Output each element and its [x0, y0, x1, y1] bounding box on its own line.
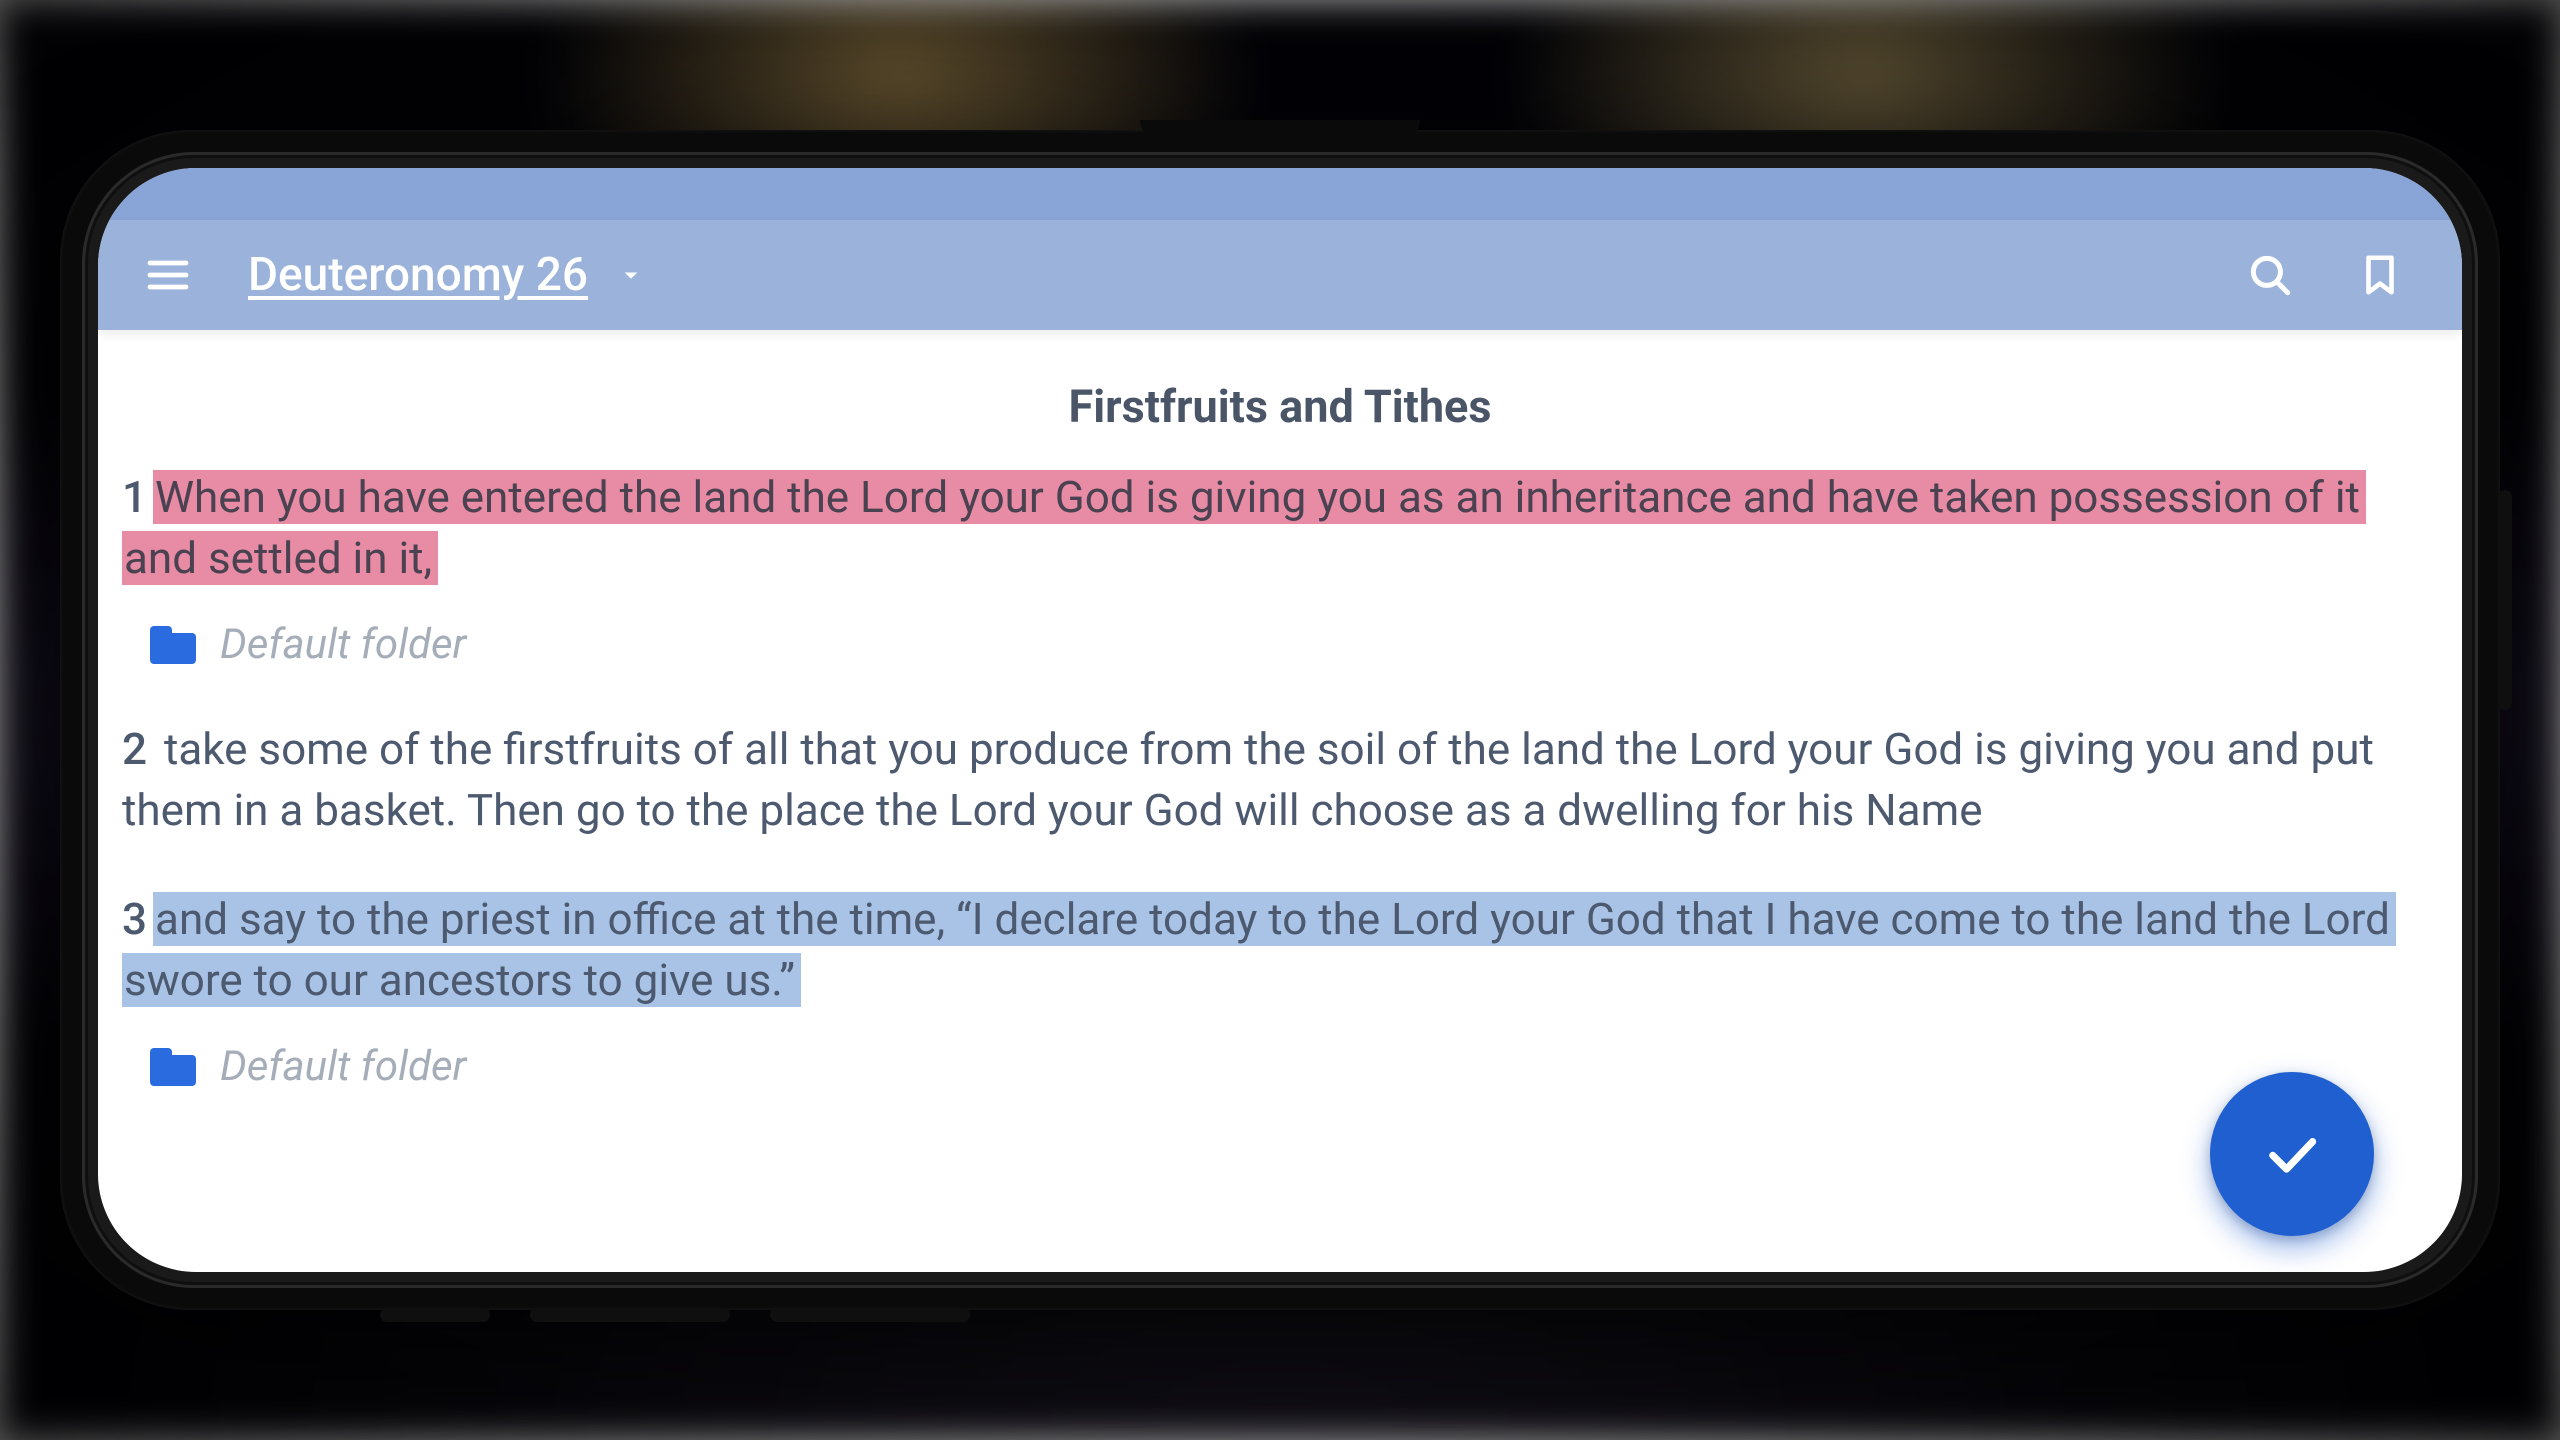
phone-bottom-button [380, 1308, 490, 1322]
chapter-selector[interactable]: Deuteronomy 26 [248, 248, 646, 302]
phone-side-button [2498, 490, 2512, 710]
check-icon [2259, 1121, 2325, 1187]
folder-icon [150, 1048, 196, 1086]
folder-icon [150, 626, 196, 664]
screen: Deuteronomy 26 Fir [98, 168, 2462, 1272]
verse-number: 1 [122, 471, 147, 523]
section-heading: Firstfruits and Tithes [122, 380, 2438, 433]
phone-bottom-button [530, 1308, 730, 1322]
search-icon [2245, 250, 2295, 300]
chapter-title: Deuteronomy 26 [248, 248, 588, 302]
menu-button[interactable] [138, 245, 198, 305]
verse[interactable]: 2 take some of the firstfruits of all th… [122, 719, 2438, 840]
bookmark-icon [2357, 252, 2403, 298]
menu-icon [144, 251, 192, 299]
verse-number: 2 [122, 723, 147, 775]
folder-label: Default folder [220, 620, 466, 669]
verse-text-highlighted: When you have entered the land the Lord … [122, 470, 2366, 585]
verse[interactable]: 3and say to the priest in office at the … [122, 889, 2438, 1010]
app-toolbar: Deuteronomy 26 [98, 220, 2462, 330]
status-bar [98, 168, 2462, 220]
verse-number: 3 [122, 893, 147, 945]
chevron-down-icon [616, 260, 646, 290]
verse[interactable]: 1When you have entered the land the Lord… [122, 467, 2438, 588]
bookmark-folder-row[interactable]: Default folder [122, 602, 2438, 719]
folder-label: Default folder [220, 1042, 466, 1091]
phone-bottom-button [770, 1308, 970, 1322]
bookmark-folder-row[interactable]: Default folder [122, 1024, 2438, 1101]
reading-content[interactable]: Firstfruits and Tithes 1When you have en… [98, 330, 2462, 1141]
verse-text: take some of the firstfruits of all that… [122, 723, 2374, 836]
verse-text-highlighted: and say to the priest in office at the t… [122, 892, 2396, 1007]
phone-frame: Deuteronomy 26 Fir [60, 130, 2500, 1310]
search-button[interactable] [2240, 245, 2300, 305]
bookmark-button[interactable] [2350, 245, 2410, 305]
phone-earpiece [1140, 120, 1420, 140]
confirm-fab[interactable] [2210, 1072, 2374, 1236]
